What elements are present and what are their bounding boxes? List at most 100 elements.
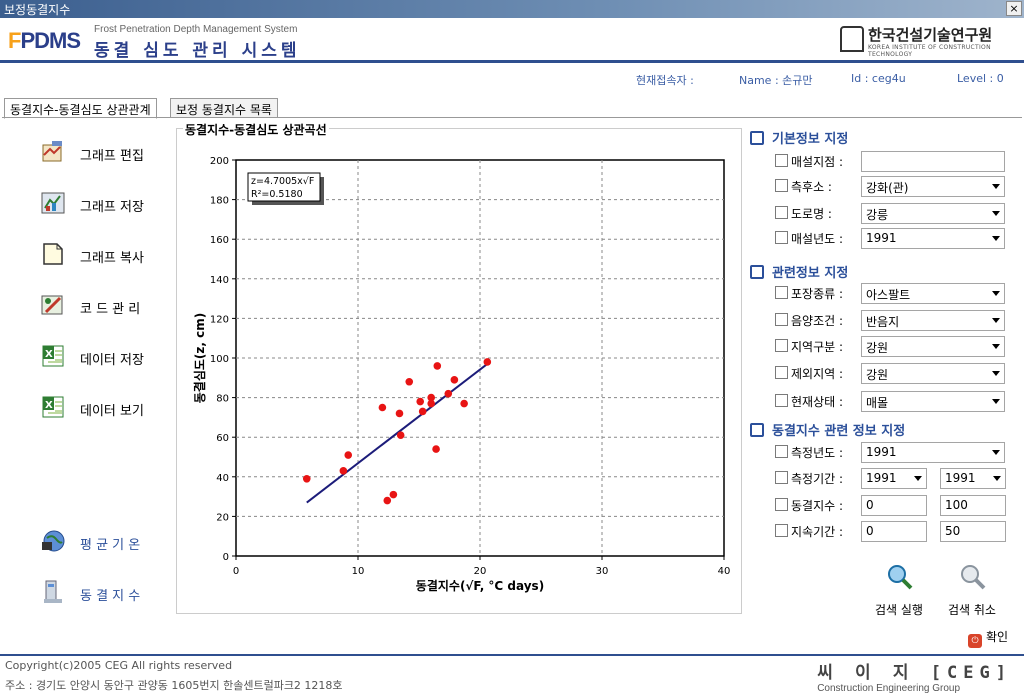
data-point <box>405 377 414 386</box>
graph-save-icon <box>41 192 65 214</box>
road-name-select[interactable]: 강릉 <box>861 203 1005 224</box>
chevron-down-icon <box>992 318 1000 323</box>
computer-icon <box>44 580 62 603</box>
duration-to-input[interactable]: 50 <box>940 521 1006 542</box>
app-header: FPDMS Frost Penetration Depth Management… <box>0 18 1024 63</box>
kict-mark-icon <box>840 26 864 52</box>
chevron-down-icon <box>992 371 1000 376</box>
data-point <box>416 397 425 406</box>
power-icon: ⏻ <box>968 634 982 648</box>
search-icon <box>888 565 913 590</box>
footer: Copyright(c)2005 CEG All rights reserved… <box>0 656 1024 700</box>
section-basic-info: 기본정보 지정 <box>750 128 848 147</box>
excluded-region-select[interactable]: 강원 <box>861 363 1005 384</box>
section-related-info: 관련정보 지정 <box>750 262 848 281</box>
window-title: 보정동결지수 <box>4 3 71 17</box>
close-button[interactable]: × <box>1006 1 1022 16</box>
data-point <box>344 451 353 459</box>
station-select[interactable]: 강화(관) <box>861 176 1005 197</box>
burial-site-input[interactable] <box>861 151 1005 172</box>
measure-period-from-select[interactable]: 1991 <box>861 468 927 489</box>
data-point <box>418 407 427 416</box>
graph-edit-icon <box>42 141 62 162</box>
user-level: Level : 0 <box>957 72 1004 85</box>
checkbox[interactable] <box>775 154 788 167</box>
x-tick-label: 40 <box>718 566 731 577</box>
x-axis-label: 동결지수(√F, °C days) <box>416 578 544 593</box>
measure-year-select[interactable]: 1991 <box>861 442 1005 463</box>
kict-logo: 한국건설기술연구원 KOREA INSTITUTE OF CONSTRUCTIO… <box>840 24 1010 58</box>
svg-text:X: X <box>45 349 53 360</box>
duration-from-input[interactable]: 0 <box>861 521 927 542</box>
search-button[interactable]: 검색 실행 <box>868 558 930 617</box>
fpdms-logo: FPDMS Frost Penetration Depth Management… <box>4 22 314 61</box>
y-tick-label: 80 <box>216 394 229 405</box>
checkbox[interactable] <box>775 394 788 407</box>
cancel-search-button[interactable]: 검색 취소 <box>941 558 1003 617</box>
freeze-index-from-input[interactable]: 0 <box>861 495 927 516</box>
confirm-button[interactable]: ⏻ 확인 <box>968 628 1008 648</box>
data-point <box>378 403 387 412</box>
pavement-type-select[interactable]: 아스팔트 <box>861 283 1005 304</box>
region-select[interactable]: 강원 <box>861 336 1005 357</box>
burial-year-select[interactable]: 1991 <box>861 228 1005 249</box>
cancel-search-icon <box>961 565 986 590</box>
chevron-down-icon <box>993 476 1001 481</box>
data-point <box>432 445 440 453</box>
data-point <box>383 496 392 505</box>
checkbox[interactable] <box>775 231 788 244</box>
svg-text:X: X <box>45 400 53 411</box>
data-point <box>395 409 404 418</box>
scatter-chart: 0 10 20 30 40 0 20 40 60 80 100 120 140 160 180 200 z=4.… <box>192 156 731 593</box>
chevron-down-icon <box>914 476 922 481</box>
edit-icon <box>750 131 764 145</box>
y-tick-label: 0 <box>223 552 229 563</box>
chevron-down-icon <box>992 399 1000 404</box>
data-point <box>339 467 348 475</box>
chevron-down-icon <box>992 211 1000 216</box>
tab-correlation[interactable]: 동결지수-동결심도 상관관계 <box>4 98 157 119</box>
x-tick-label: 10 <box>352 566 365 577</box>
chevron-down-icon <box>992 344 1000 349</box>
globe-icon <box>42 530 65 552</box>
excel-icon: X <box>42 396 64 418</box>
window-titlebar: 보정동결지수 × <box>0 0 1024 18</box>
chevron-down-icon <box>992 450 1000 455</box>
freeze-index-to-input[interactable]: 100 <box>940 495 1006 516</box>
checkbox[interactable] <box>775 206 788 219</box>
annotation-r2: R²=0.5180 <box>251 189 303 200</box>
address: 주소 : 경기도 안양시 동안구 관양동 1605번지 한솔센트럴파크2 121… <box>5 679 343 692</box>
x-tick-label: 20 <box>474 566 487 577</box>
edit-icon <box>750 265 764 279</box>
x-tick-label: 0 <box>233 566 239 577</box>
org-english: KOREA INSTITUTE OF CONSTRUCTION TECHNOLO… <box>868 44 991 58</box>
ceg-logo: 씨 이 지 [CEG] Construction Engineering Gro… <box>817 663 1012 694</box>
checkbox[interactable] <box>775 524 788 537</box>
checkbox[interactable] <box>775 498 788 511</box>
graph-copy-icon <box>43 243 63 265</box>
data-point <box>396 431 405 440</box>
edit-icon <box>750 423 764 437</box>
checkbox[interactable] <box>775 339 788 352</box>
checkbox[interactable] <box>775 286 788 299</box>
org-name: 한국건설기술연구원 <box>868 26 993 44</box>
tab-corrected-list[interactable]: 보정 동결지수 목록 <box>170 98 278 118</box>
data-point <box>427 393 435 402</box>
checkbox[interactable] <box>775 471 788 484</box>
chevron-down-icon <box>992 184 1000 189</box>
current-status-select[interactable]: 매몰 <box>861 391 1005 412</box>
y-tick-label: 60 <box>216 433 229 444</box>
checkbox[interactable] <box>775 313 788 326</box>
checkbox[interactable] <box>775 366 788 379</box>
tab-divider <box>2 117 1022 118</box>
y-tick-label: 160 <box>210 235 229 246</box>
current-user-label: 현재접속자 : <box>636 74 694 87</box>
measure-period-to-select[interactable]: 1991 <box>940 468 1006 489</box>
checkbox[interactable] <box>775 445 788 458</box>
x-tick-label: 30 <box>596 566 609 577</box>
copyright: Copyright(c)2005 CEG All rights reserved <box>5 659 233 672</box>
shade-condition-select[interactable]: 반음지 <box>861 310 1005 331</box>
checkbox[interactable] <box>775 179 788 192</box>
data-point <box>444 389 453 398</box>
data-point <box>302 474 311 483</box>
